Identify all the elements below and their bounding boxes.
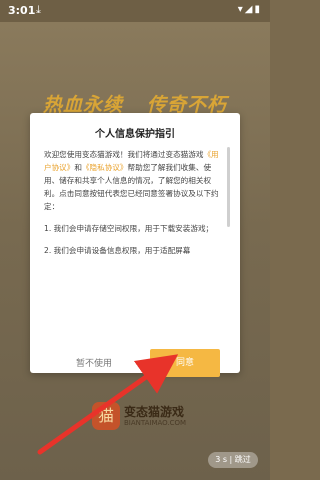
annotation-arrow-icon	[37, 354, 179, 455]
